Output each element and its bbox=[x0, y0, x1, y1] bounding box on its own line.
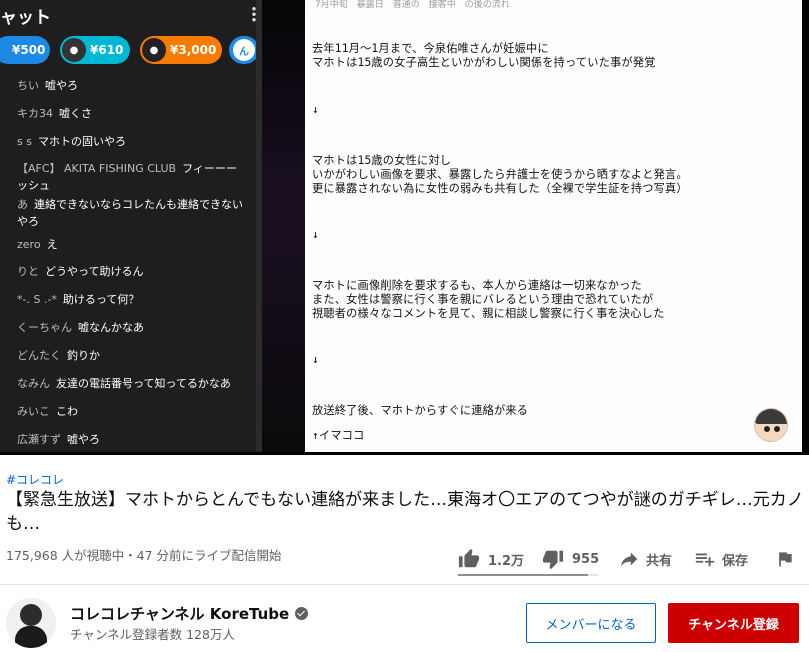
thumbs-up-icon bbox=[458, 548, 480, 570]
channel-name: コレコレチャンネル KoreTube bbox=[70, 605, 290, 623]
chat-message: なみん 友達の電話番号って知ってるかなあ bbox=[17, 375, 257, 392]
chat-author[interactable]: くーちゃん bbox=[17, 321, 72, 334]
superchat-amount: ¥610 bbox=[90, 43, 124, 57]
subscribe-button[interactable]: チャンネル登録 bbox=[668, 603, 799, 643]
verified-icon bbox=[295, 607, 309, 620]
playlist-add-icon bbox=[694, 548, 716, 570]
chat-author[interactable]: あ bbox=[17, 198, 28, 211]
avatar-icon: ん bbox=[233, 39, 255, 61]
chat-author[interactable]: 広瀬すず bbox=[17, 433, 61, 446]
chat-author[interactable]: りと bbox=[17, 265, 39, 278]
chat-message: みいこ こわ bbox=[17, 403, 257, 420]
superchat-amount: ん bbox=[239, 46, 249, 58]
chat-author[interactable]: どんたく bbox=[17, 349, 61, 362]
channel-name-link[interactable]: コレコレチャンネル KoreTube bbox=[70, 603, 309, 624]
share-icon bbox=[618, 548, 640, 570]
subscriber-count: チャンネル登録者数 128万人 bbox=[70, 627, 235, 642]
superchat-chip[interactable]: ん bbox=[229, 36, 259, 64]
chat-author[interactable]: みいこ bbox=[17, 405, 50, 418]
player-edge bbox=[0, 452, 809, 455]
dislike-count: 955 bbox=[572, 551, 600, 567]
chat-message: ちい 嘘やろ bbox=[17, 77, 257, 94]
chat-text: こわ bbox=[56, 405, 78, 418]
superchat-chip[interactable]: ● ¥3,000 bbox=[140, 36, 222, 64]
chat-text: 嘘やろ bbox=[45, 79, 78, 92]
chat-message: キカ34 嘘くさ bbox=[17, 105, 257, 122]
video-title: 【緊急生放送】マホトからとんでもない連絡が来ました…東海オ〇エアのてつやが謎のガ… bbox=[6, 490, 804, 534]
avatar-icon: ● bbox=[62, 38, 86, 62]
doc-top-note: 7月中旬 暴露日 普通の 接客中 の後の流れ bbox=[315, 0, 510, 10]
superchat-chip[interactable]: ¥500 bbox=[0, 36, 50, 64]
view-count-info: 175,968 人が視聴中・47 分前にライブ配信開始 bbox=[6, 548, 282, 563]
channel-avatar[interactable] bbox=[6, 598, 56, 648]
chat-text: 友達の電話番号って知ってるかなあ bbox=[56, 377, 231, 390]
section-divider bbox=[0, 584, 809, 585]
chat-message: 【AFC】 AKITA FISHING CLUB フィーーーッシュ bbox=[17, 160, 239, 194]
hashtag-link[interactable]: #コレコレ bbox=[6, 471, 64, 488]
chat-message: どんたく 釣りか bbox=[17, 347, 257, 364]
chat-message: あ連絡できないならコレたんも連絡できないやろ bbox=[17, 196, 247, 230]
chat-text: 助けるって何？ bbox=[62, 293, 140, 306]
flag-icon bbox=[774, 548, 796, 570]
chat-message: s s マホトの固いやろ bbox=[17, 133, 257, 150]
chat-header: ャット bbox=[0, 0, 262, 28]
video-player[interactable]: ャット ¥500 ● ¥610 ● ¥3,000 ん ちい 嘘やろ キカ34 嘘… bbox=[0, 0, 809, 455]
save-button[interactable]: 保存 bbox=[694, 545, 748, 573]
chat-message: くーちゃん 嘘なんかなあ bbox=[17, 319, 257, 336]
doc-arrow: ↓ bbox=[312, 353, 319, 366]
superchat-amount: ¥3,000 bbox=[170, 43, 217, 57]
player-edge bbox=[802, 0, 809, 455]
doc-line: ↑イマココ bbox=[312, 429, 365, 442]
superchat-chip[interactable]: ● ¥610 bbox=[60, 36, 130, 64]
share-label: 共有 bbox=[646, 553, 673, 569]
chat-title: ャット bbox=[0, 8, 51, 28]
like-ratio-fill bbox=[458, 574, 589, 576]
like-count: 1.2万 bbox=[488, 553, 525, 569]
doc-line: マホトは15歳の女子高生といかがわしい関係を持っていた事が発覚 bbox=[312, 56, 656, 69]
video-background bbox=[262, 0, 305, 452]
share-button[interactable]: 共有 bbox=[618, 545, 672, 573]
chat-author[interactable]: ちい bbox=[17, 79, 39, 92]
live-chat-panel: ャット ¥500 ● ¥610 ● ¥3,000 ん ちい 嘘やろ キカ34 嘘… bbox=[0, 0, 262, 452]
chat-text: 連絡できないならコレたんも連絡できないやろ bbox=[17, 198, 243, 228]
like-dislike-ratio-bar bbox=[458, 574, 598, 576]
streamer-avatar-icon bbox=[754, 408, 788, 442]
chat-text: 釣りか bbox=[67, 349, 100, 362]
chat-text: え bbox=[46, 238, 58, 251]
chat-author[interactable]: zero bbox=[17, 238, 41, 251]
on-screen-document: 7月中旬 暴露日 普通の 接客中 の後の流れ 去年11月～1月まで、今泉佑唯さん… bbox=[305, 0, 802, 452]
chat-author[interactable]: 【AFC】 AKITA FISHING CLUB bbox=[17, 162, 176, 175]
chat-message: zero え bbox=[17, 236, 257, 253]
superchat-amount: ¥500 bbox=[12, 43, 46, 57]
avatar-icon: ● bbox=[142, 38, 166, 62]
doc-line: 更に暴露されない為に女性の弱みも共有した（全裸で学生証を持つ写真） bbox=[312, 182, 688, 195]
doc-arrow: ↓ bbox=[312, 103, 319, 116]
chat-text: 嘘なんかなあ bbox=[78, 321, 144, 334]
chat-text: どうやって助けるん bbox=[45, 265, 144, 278]
save-label: 保存 bbox=[722, 553, 749, 569]
chat-message: *-. S .-* 助けるって何？ bbox=[17, 291, 257, 308]
chat-author[interactable]: *-. S .-* bbox=[17, 293, 57, 306]
chat-text: マホトの固いやろ bbox=[37, 135, 126, 148]
doc-arrow: ↓ bbox=[312, 228, 319, 241]
thumbs-down-icon bbox=[542, 548, 564, 570]
chat-author[interactable]: なみん bbox=[17, 377, 50, 390]
chat-author[interactable]: s s bbox=[17, 135, 32, 148]
doc-line: 放送終了後、マホトからすぐに連絡が来る bbox=[312, 404, 529, 417]
like-button[interactable]: 1.2万 bbox=[458, 545, 524, 573]
chat-message: りと どうやって助けるん bbox=[17, 263, 257, 280]
join-membership-button[interactable]: メンバーになる bbox=[526, 603, 656, 643]
report-button[interactable] bbox=[774, 545, 796, 573]
superchat-ticker: ¥500 ● ¥610 ● ¥3,000 ん bbox=[0, 36, 262, 66]
chat-message: 広瀬すず 嘘やろ bbox=[17, 431, 257, 448]
chat-author[interactable]: キカ34 bbox=[17, 107, 53, 120]
chat-text: 嘘やろ bbox=[67, 433, 100, 446]
chat-text: 嘘くさ bbox=[59, 107, 92, 120]
doc-line: 視聴者の様々なコメントを見て、親に相談し警察に行く事を決心した bbox=[312, 307, 665, 320]
dislike-button[interactable]: 955 bbox=[542, 545, 599, 573]
